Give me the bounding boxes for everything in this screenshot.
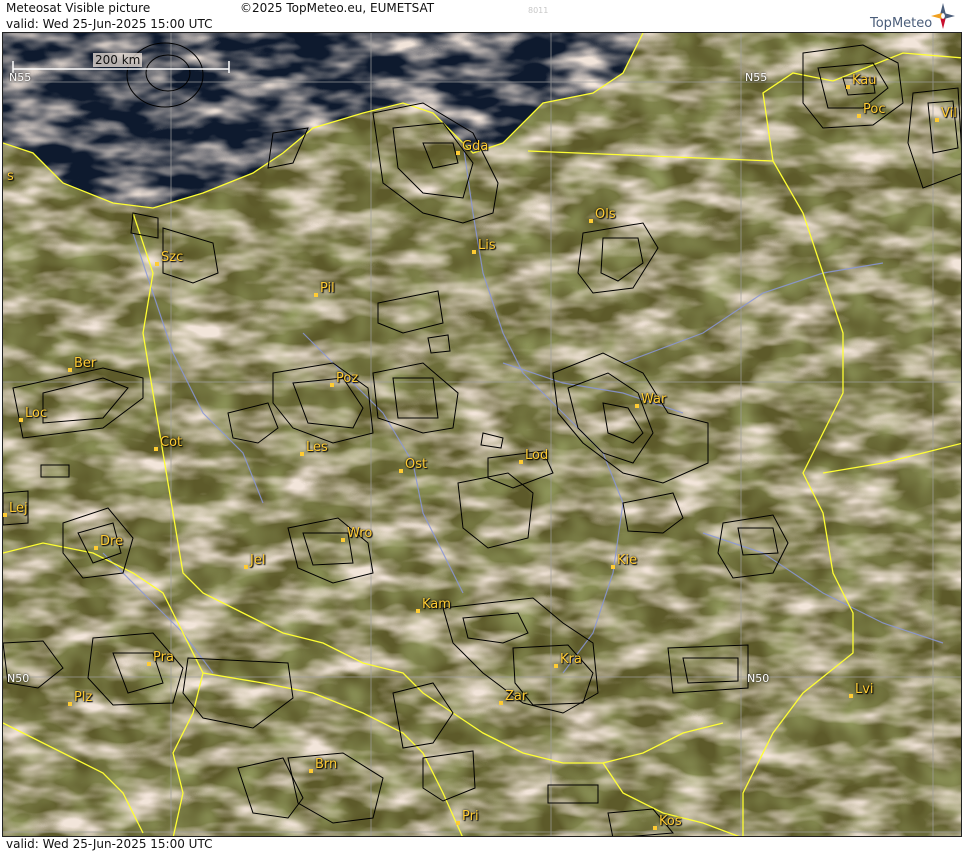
city-label-vil: Vil [941, 106, 957, 121]
city-dot-kam [416, 609, 420, 613]
city-dot-lvi [849, 694, 853, 698]
city-dot-lis [472, 250, 476, 254]
city-label-s: s [7, 169, 14, 184]
city-dot-pra [147, 662, 151, 666]
lat-label-n55-right: N55 [745, 71, 768, 84]
city-label-gda: Gda [462, 139, 489, 154]
city-label-ost: Ost [405, 457, 428, 472]
lat-label-n50-right: N50 [747, 672, 770, 685]
topmeteo-logo-text: TopMeteo [870, 16, 933, 31]
city-label-poc: Poc [863, 102, 886, 117]
city-dot-loc [19, 418, 23, 422]
city-label-lod: Lod [525, 448, 549, 463]
compass-logo-icon [931, 3, 955, 29]
city-dot-szc [155, 262, 159, 266]
city-label-poz: Poz [336, 371, 359, 386]
city-label-cot: Cot [160, 435, 183, 450]
city-dot-ber [68, 368, 72, 372]
city-dot-jel [244, 565, 248, 569]
map-viewer: Meteosat Visible picture valid: Wed 25-J… [0, 0, 964, 852]
map-code: 8011 [528, 6, 549, 15]
city-label-lis: Lis [478, 238, 496, 253]
city-dot-cot [154, 447, 158, 451]
city-label-kos: Kos [659, 814, 682, 829]
city-label-pil: Pil [320, 281, 335, 296]
city-dot-kie [611, 565, 615, 569]
city-dot-poz [330, 383, 334, 387]
satellite-map[interactable]: Gda Kau Poc Vil Ols Lis Szc Pil Ber Poz Loc War Cot L… [2, 32, 962, 837]
city-label-lvi: Lvi [855, 682, 874, 697]
city-label-wro: Wro [347, 526, 373, 541]
city-dot-war [635, 404, 639, 408]
city-label-szc: Szc [161, 250, 184, 265]
city-label-war: War [641, 392, 667, 407]
city-dot-ols [589, 219, 593, 223]
copyright-text: ©2025 TopMeteo.eu, EUMETSAT [240, 1, 435, 15]
city-dot-lej [3, 513, 7, 517]
header-bar: Meteosat Visible picture valid: Wed 25-J… [0, 0, 964, 32]
city-label-ols: Ols [595, 207, 616, 222]
lat-label-n55-left: N55 [9, 71, 32, 84]
city-dot-ost [399, 469, 403, 473]
city-label-brn: Brn [315, 757, 338, 772]
city-label-lej: Lej [9, 501, 28, 516]
city-dot-kos [653, 826, 657, 830]
city-label-pra: Pra [153, 650, 174, 665]
city-dot-wro [341, 538, 345, 542]
city-label-kam: Kam [422, 597, 451, 612]
city-dot-les [300, 452, 304, 456]
city-label-jel: Jel [250, 553, 266, 568]
valid-time-footer: valid: Wed 25-Jun-2025 15:00 UTC [6, 837, 213, 851]
city-dot-vil [935, 118, 939, 122]
city-label-les: Les [306, 440, 328, 455]
city-dot-lod [519, 460, 523, 464]
city-label-dre: Dre [100, 534, 124, 549]
city-dot-kra [554, 664, 558, 668]
lat-label-n50-left: N50 [7, 672, 30, 685]
valid-time-header: valid: Wed 25-Jun-2025 15:00 UTC [6, 17, 213, 31]
city-label-kie: Kie [617, 553, 638, 568]
city-dot-plz [68, 702, 72, 706]
city-label-loc: Loc [25, 406, 48, 421]
scale-bar-label: 200 km [93, 53, 143, 67]
city-dot-kau [846, 85, 850, 89]
city-label-zar: Zar [505, 689, 528, 704]
footer-bar: valid: Wed 25-Jun-2025 15:00 UTC [0, 837, 964, 852]
city-dot-poc [857, 114, 861, 118]
city-label-kra: Kra [560, 652, 582, 667]
city-label-kau: Kau [852, 73, 877, 88]
city-dot-zar [499, 701, 503, 705]
map-title: Meteosat Visible picture [6, 1, 151, 15]
city-dot-pil [314, 293, 318, 297]
city-label-ber: Ber [74, 356, 97, 371]
city-label-pri: Pri [462, 809, 479, 824]
city-dot-brn [309, 769, 313, 773]
city-label-plz: Plz [74, 690, 93, 705]
city-dot-pri [456, 821, 460, 825]
city-dot-gda [456, 151, 460, 155]
city-dot-dre [94, 546, 98, 550]
